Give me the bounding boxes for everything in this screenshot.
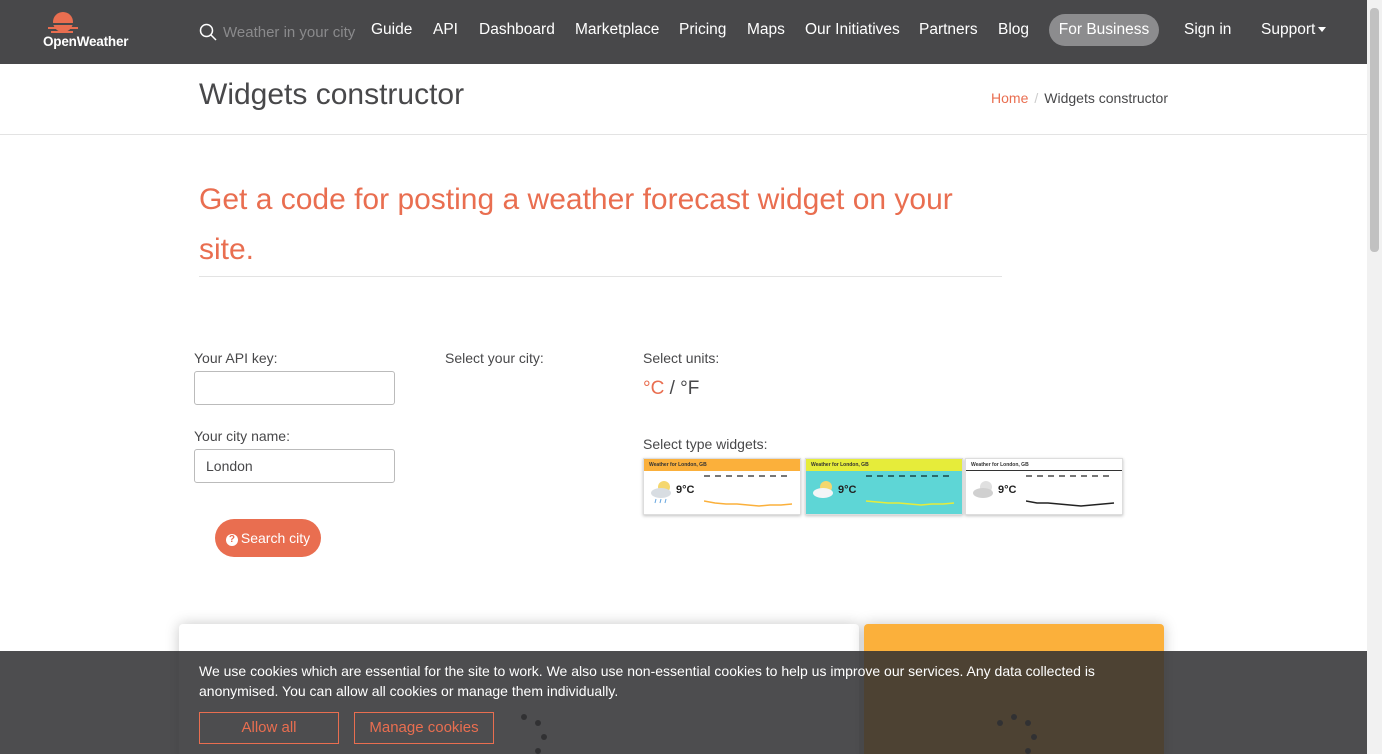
nav-search-input[interactable] bbox=[223, 20, 359, 44]
widget-type-option-1[interactable]: Weather for London, GB 9°C bbox=[643, 458, 801, 515]
nav-api[interactable]: API bbox=[433, 19, 458, 41]
api-key-input[interactable] bbox=[194, 371, 395, 405]
page-headline: Get a code for posting a weather forecas… bbox=[199, 183, 953, 266]
cloud-rain-icon bbox=[651, 481, 671, 504]
search-icon[interactable] bbox=[199, 23, 217, 41]
support-menu[interactable]: Support bbox=[1261, 19, 1327, 41]
unit-separator: / bbox=[669, 378, 675, 399]
nav-our-initiatives[interactable]: Our Initiatives bbox=[805, 19, 900, 41]
nav-pricing[interactable]: Pricing bbox=[679, 19, 726, 41]
unit-fahrenheit[interactable]: °F bbox=[680, 378, 699, 399]
widget-temperature: 9°C bbox=[838, 484, 857, 496]
widget-title: Weather for London, GB bbox=[644, 459, 800, 471]
logo-text: OpenWeather bbox=[43, 34, 129, 49]
select-widget-type-label: Select type widgets: bbox=[643, 436, 768, 452]
page-header: Widgets constructor Home / Widgets constru… bbox=[0, 64, 1367, 135]
sign-in-link[interactable]: Sign in bbox=[1184, 19, 1231, 41]
cookie-banner: We use cookies which are essential for t… bbox=[0, 651, 1367, 754]
nav-partners[interactable]: Partners bbox=[919, 19, 978, 41]
question-circle-icon: ? bbox=[225, 534, 238, 546]
search-city-label: Search city bbox=[240, 530, 311, 546]
manage-cookies-button[interactable]: Manage cookies bbox=[354, 712, 494, 744]
select-city-label: Select your city: bbox=[445, 350, 544, 366]
widget-title: Weather for London, GB bbox=[806, 459, 962, 471]
widget-body: 9°C bbox=[644, 471, 800, 514]
api-key-label: Your API key: bbox=[194, 350, 278, 366]
search-city-button[interactable]: ? Search city bbox=[215, 519, 321, 557]
openweather-logo[interactable]: OpenWeather bbox=[43, 10, 138, 52]
cloud-icon bbox=[973, 481, 993, 498]
nav-search bbox=[199, 20, 359, 44]
city-name-label: Your city name: bbox=[194, 428, 290, 444]
forecast-line-icon bbox=[1026, 475, 1115, 507]
widget-temperature: 9°C bbox=[998, 484, 1017, 496]
units-selector: °C / °F bbox=[643, 378, 699, 400]
widget-type-option-2[interactable]: Weather for London, GB 9°C bbox=[805, 458, 963, 515]
headline-divider bbox=[199, 276, 1002, 277]
nav-dashboard[interactable]: Dashboard bbox=[479, 19, 555, 41]
top-navbar: OpenWeather Guide API Dashboard Marketpl… bbox=[0, 0, 1367, 64]
unit-celsius[interactable]: °C bbox=[643, 378, 664, 399]
breadcrumb: Home / Widgets constructor bbox=[991, 90, 1168, 106]
page-scrollbar[interactable] bbox=[1367, 0, 1382, 754]
forecast-line-icon bbox=[704, 475, 793, 507]
nav-marketplace[interactable]: Marketplace bbox=[575, 19, 659, 41]
for-business-button[interactable]: For Business bbox=[1049, 14, 1159, 46]
widget-body: 9°C bbox=[966, 471, 1122, 514]
forecast-line-icon bbox=[866, 475, 955, 506]
allow-all-cookies-button[interactable]: Allow all bbox=[199, 712, 339, 744]
widget-body: 9°C bbox=[806, 471, 962, 514]
widget-temperature: 9°C bbox=[676, 484, 695, 496]
breadcrumb-separator: / bbox=[1034, 90, 1039, 106]
breadcrumb-home[interactable]: Home bbox=[991, 90, 1028, 106]
cookie-text: We use cookies which are essential for t… bbox=[199, 663, 1095, 699]
nav-maps[interactable]: Maps bbox=[747, 19, 785, 41]
breadcrumb-current: Widgets constructor bbox=[1044, 90, 1168, 106]
page-title: Widgets constructor bbox=[199, 78, 465, 111]
city-name-input[interactable] bbox=[194, 449, 395, 483]
select-units-label: Select units: bbox=[643, 350, 720, 366]
scrollbar-thumb[interactable] bbox=[1370, 8, 1379, 252]
cloud-sun-icon bbox=[813, 481, 833, 498]
chevron-down-icon bbox=[1318, 27, 1327, 33]
widget-type-option-3[interactable]: Weather for London, GB 9°C bbox=[965, 458, 1123, 515]
widget-title: Weather for London, GB bbox=[966, 459, 1122, 471]
nav-blog[interactable]: Blog bbox=[998, 19, 1029, 41]
support-label: Support bbox=[1261, 21, 1316, 38]
nav-guide[interactable]: Guide bbox=[371, 19, 412, 41]
